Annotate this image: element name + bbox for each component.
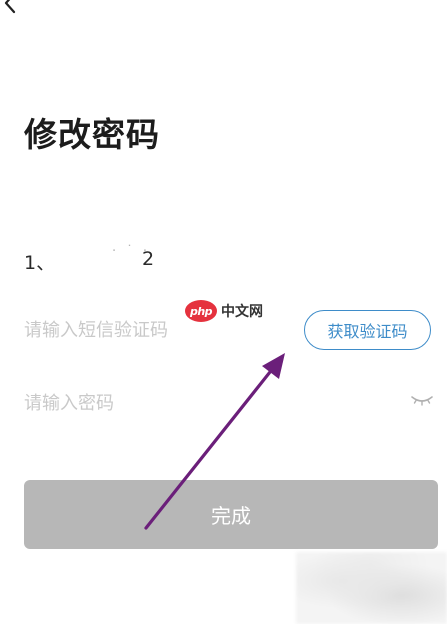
eye-closed-icon (411, 396, 433, 406)
phone-suffix: 2 (142, 248, 155, 270)
page-title: 修改密码 (24, 115, 160, 154)
sms-code-input[interactable] (24, 316, 284, 344)
phone-number-display: 1、 · ˙ · 2 (24, 244, 424, 274)
chevron-left-icon (4, 0, 16, 14)
get-code-button[interactable]: 获取验证码 (304, 310, 431, 350)
submit-button[interactable]: 完成 (24, 480, 438, 549)
back-button[interactable] (0, 0, 22, 14)
phone-prefix: 1、 (24, 252, 56, 274)
password-input[interactable] (24, 389, 394, 417)
blurred-region (296, 552, 447, 624)
password-visibility-toggle[interactable] (410, 392, 434, 408)
